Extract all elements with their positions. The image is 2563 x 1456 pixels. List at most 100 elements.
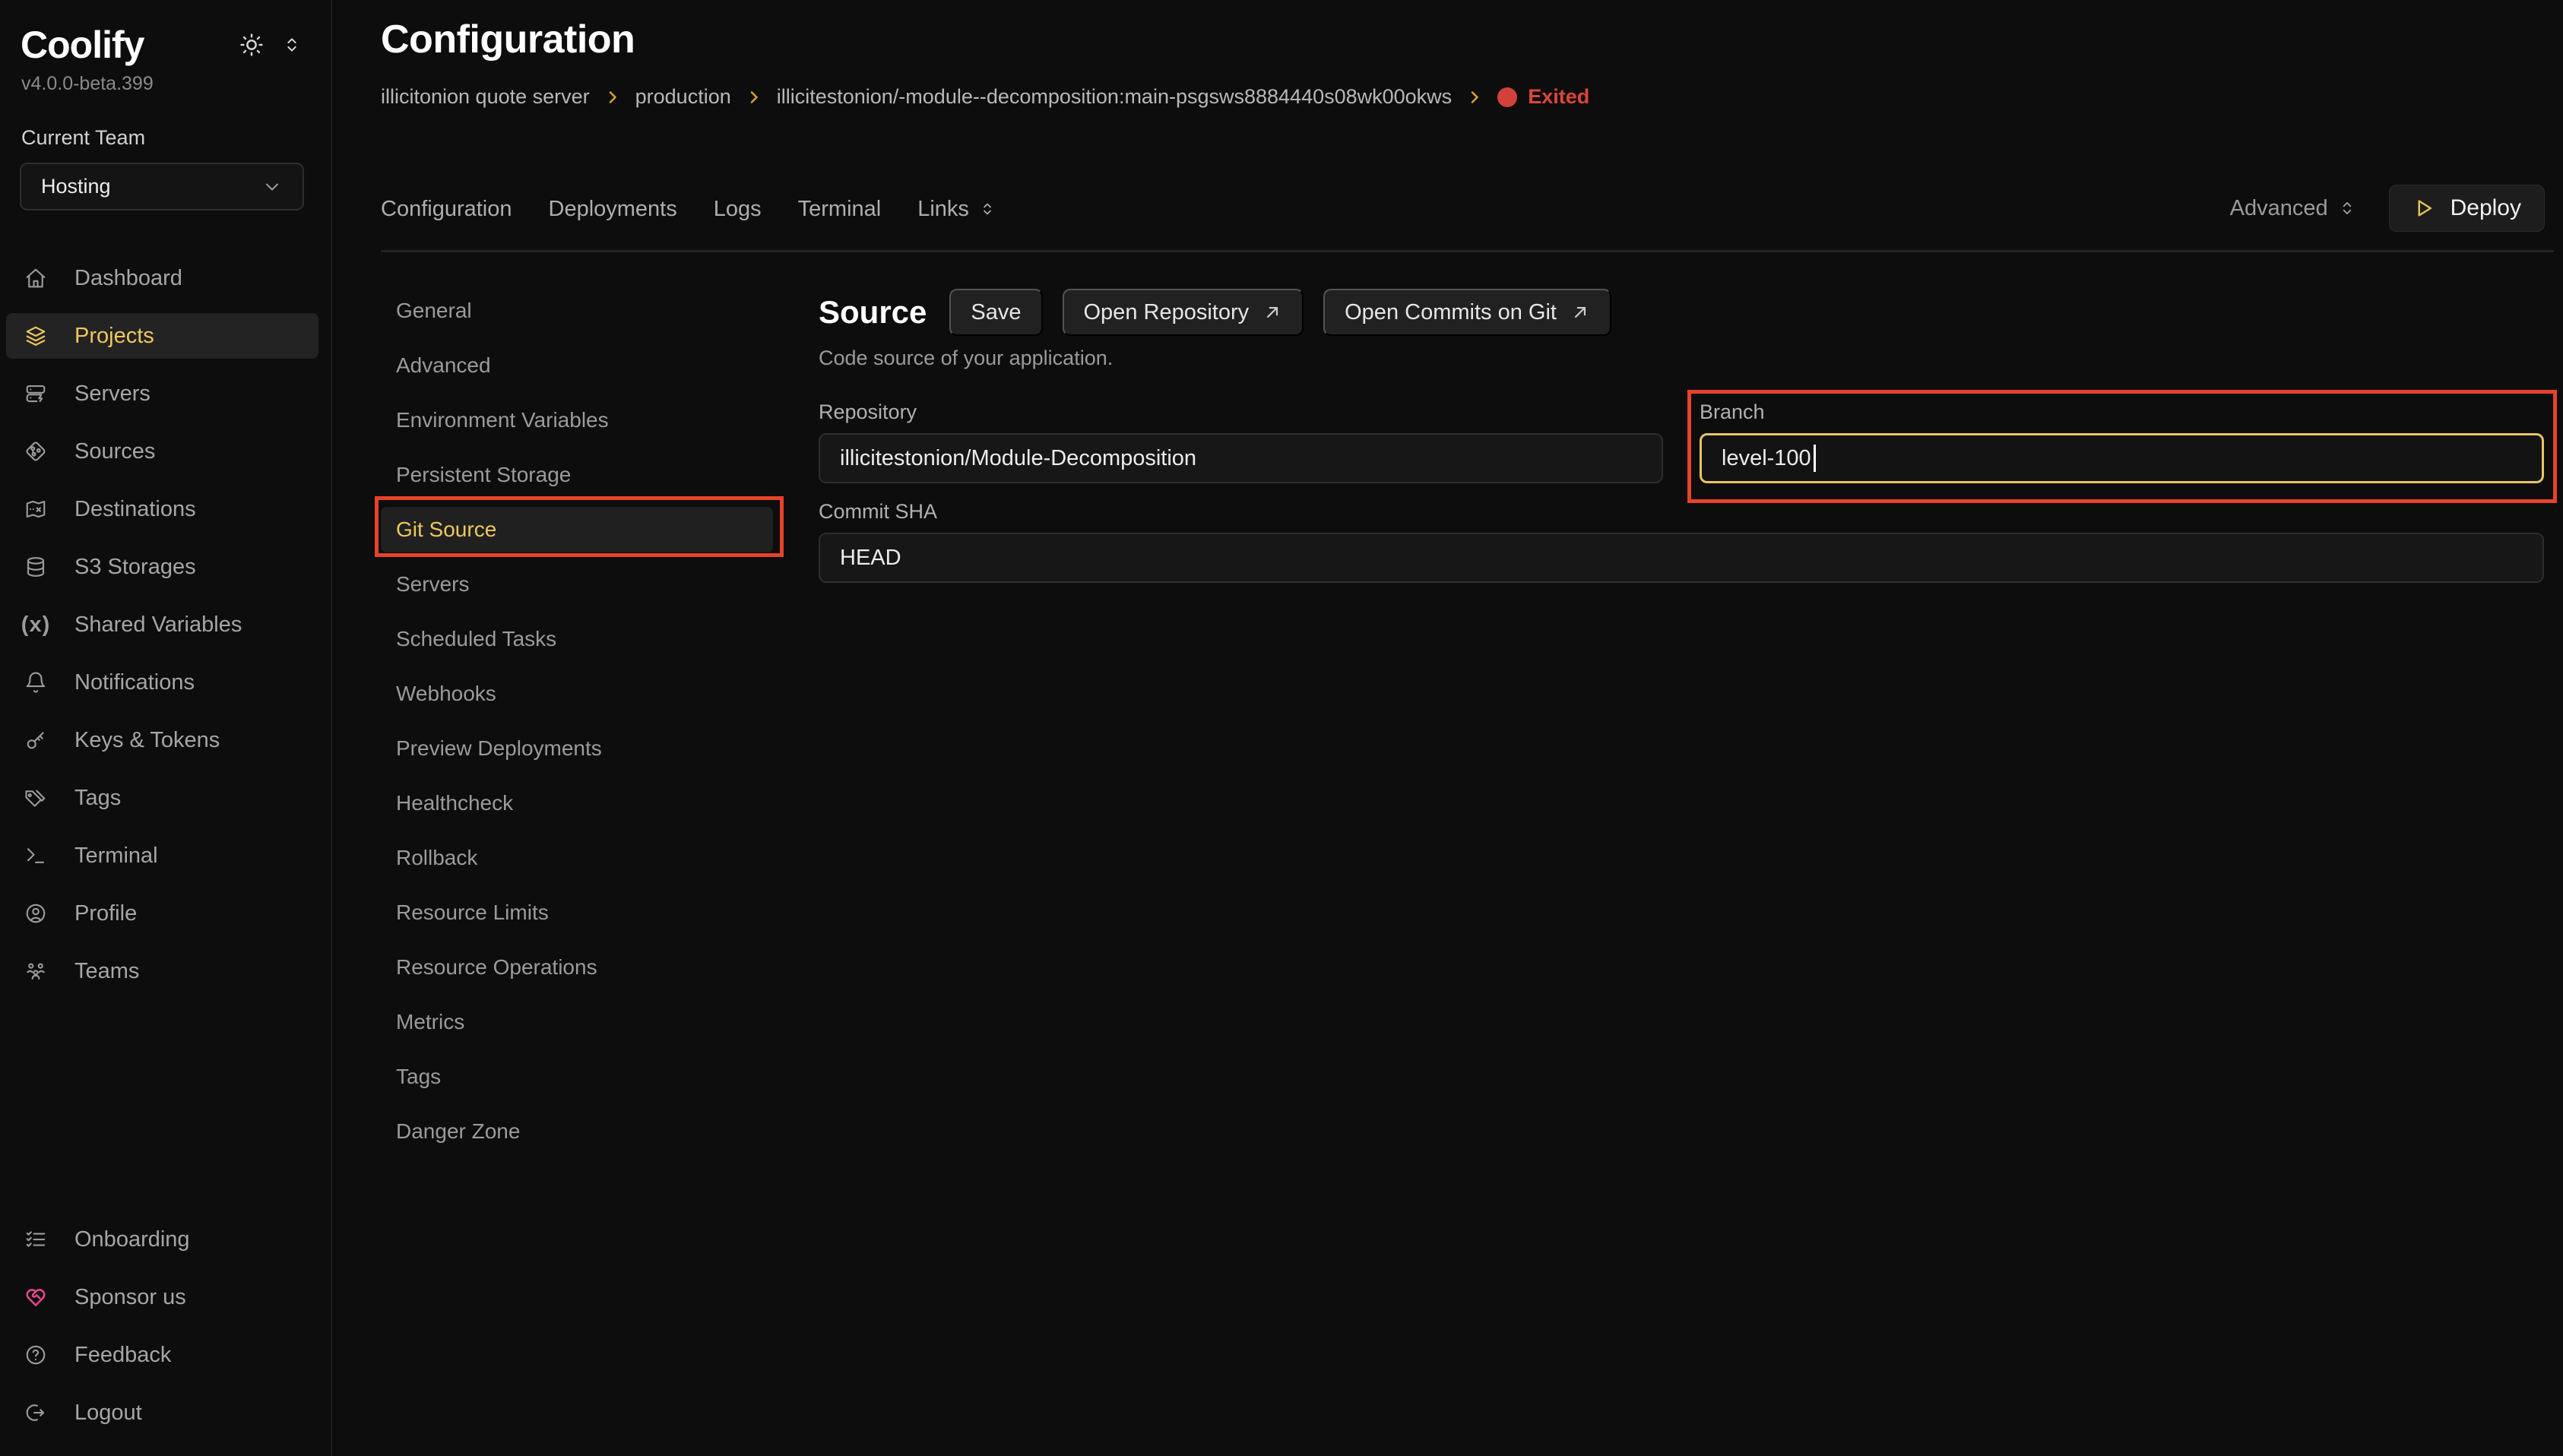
external-link-icon <box>1570 302 1590 322</box>
commit-sha-input[interactable] <box>819 533 2544 583</box>
users-icon <box>23 960 49 983</box>
sidebar-item-teams[interactable]: Teams <box>6 948 318 994</box>
database-icon <box>23 555 49 578</box>
breadcrumb-environment[interactable]: production <box>635 85 731 109</box>
commit-sha-label: Commit SHA <box>819 500 2544 524</box>
open-commits-button[interactable]: Open Commits on Git <box>1323 289 1611 336</box>
subnav-preview-deployments[interactable]: Preview Deployments <box>381 726 773 771</box>
sidebar-item-onboarding[interactable]: Onboarding <box>6 1217 318 1262</box>
sidebar-item-feedback[interactable]: Feedback <box>6 1332 318 1378</box>
sidebar-nav: Dashboard Projects Servers Sources Desti… <box>6 255 318 1006</box>
chevron-right-icon <box>745 88 763 106</box>
branch-value: level-100 <box>1722 446 1811 471</box>
subnav-healthcheck[interactable]: Healthcheck <box>381 780 773 826</box>
tab-terminal[interactable]: Terminal <box>798 197 882 222</box>
tab-logs[interactable]: Logs <box>714 197 762 222</box>
current-team-label: Current Team <box>21 126 145 150</box>
sidebar-item-sources[interactable]: Sources <box>6 429 318 474</box>
sidebar-item-terminal[interactable]: Terminal <box>6 833 318 878</box>
user-circle-icon <box>23 902 49 925</box>
sidebar-item-sponsor-us[interactable]: Sponsor us <box>6 1274 318 1320</box>
heart-handshake-icon <box>23 1286 49 1309</box>
sidebar-item-s3-storages[interactable]: S3 Storages <box>6 544 318 590</box>
open-repository-button[interactable]: Open Repository <box>1063 289 1304 336</box>
subnav-scheduled-tasks[interactable]: Scheduled Tasks <box>381 616 773 662</box>
sidebar-item-dashboard[interactable]: Dashboard <box>6 255 318 301</box>
theme-toggle-sun-icon[interactable] <box>239 32 265 58</box>
variable-icon: (x) <box>23 614 49 636</box>
external-link-icon <box>1262 302 1282 322</box>
sidebar: Coolify v4.0.0-beta.399 Current Team Hos… <box>0 0 332 1456</box>
sidebar-item-profile[interactable]: Profile <box>6 891 318 936</box>
sidebar-item-servers[interactable]: Servers <box>6 371 318 416</box>
app-version: v4.0.0-beta.399 <box>21 73 154 95</box>
sidebar-item-keys-tokens[interactable]: Keys & Tokens <box>6 717 318 763</box>
sidebar-item-tags[interactable]: Tags <box>6 775 318 821</box>
status-label: Exited <box>1528 85 1589 109</box>
subnav-servers[interactable]: Servers <box>381 562 773 607</box>
branch-field-group: Branch level-100 <box>1700 400 2544 483</box>
tab-configuration[interactable]: Configuration <box>381 197 512 222</box>
play-icon <box>2413 197 2435 220</box>
branch-label: Branch <box>1700 400 2544 424</box>
breadcrumb-project[interactable]: illicitonion quote server <box>381 85 590 109</box>
breadcrumb: illicitonion quote server production ill… <box>381 85 1589 109</box>
header-divider <box>381 250 2554 252</box>
main-content: Configuration illicitonion quote server … <box>332 0 2563 1456</box>
subnav-resource-operations[interactable]: Resource Operations <box>381 945 773 990</box>
subnav-environment-variables[interactable]: Environment Variables <box>381 397 773 443</box>
advanced-dropdown[interactable]: Advanced <box>2230 196 2357 221</box>
repository-label: Repository <box>819 400 1663 424</box>
sidebar-item-projects[interactable]: Projects <box>6 313 318 359</box>
page-title: Configuration <box>381 17 635 62</box>
config-subnav: General Advanced Environment Variables P… <box>381 288 773 1163</box>
subnav-webhooks[interactable]: Webhooks <box>381 671 773 717</box>
tab-bar: Configuration Deployments Logs Terminal … <box>381 191 996 226</box>
repository-input[interactable] <box>819 433 1663 483</box>
subnav-advanced[interactable]: Advanced <box>381 343 773 388</box>
breadcrumb-application[interactable]: illicitestonion/-module--decomposition:m… <box>777 85 1452 109</box>
subnav-git-source[interactable]: Git Source <box>381 507 773 552</box>
sidebar-item-destinations[interactable]: Destinations <box>6 486 318 532</box>
status-dot-icon <box>1497 87 1517 107</box>
home-icon <box>23 267 49 290</box>
list-checks-icon <box>23 1228 49 1251</box>
git-source-icon <box>23 440 49 463</box>
tab-links[interactable]: Links <box>917 197 996 222</box>
log-out-icon <box>23 1401 49 1424</box>
branch-input[interactable]: level-100 <box>1700 433 2544 483</box>
sidebar-item-shared-variables[interactable]: (x) Shared Variables <box>6 602 318 647</box>
deploy-button[interactable]: Deploy <box>2389 185 2545 232</box>
sidebar-collapse-chevrons-icon[interactable] <box>281 34 303 55</box>
repository-field-group: Repository <box>819 400 1663 483</box>
subnav-resource-limits[interactable]: Resource Limits <box>381 890 773 935</box>
tab-deployments[interactable]: Deployments <box>549 197 677 222</box>
help-circle-icon <box>23 1344 49 1366</box>
terminal-icon <box>23 844 49 867</box>
bell-icon <box>23 671 49 694</box>
chevron-right-icon <box>604 88 622 106</box>
save-button[interactable]: Save <box>949 289 1042 336</box>
subnav-danger-zone[interactable]: Danger Zone <box>381 1109 773 1154</box>
server-icon <box>23 382 49 405</box>
coolify-app: { "sidebar": { "logo": "Coolify", "versi… <box>0 0 2563 1456</box>
tags-icon <box>23 787 49 809</box>
subnav-general[interactable]: General <box>381 288 773 334</box>
chevrons-up-down-icon <box>2337 198 2357 218</box>
chevron-down-icon <box>261 176 283 198</box>
sidebar-item-notifications[interactable]: Notifications <box>6 660 318 705</box>
team-select-value: Hosting <box>41 175 261 198</box>
subnav-tags[interactable]: Tags <box>381 1054 773 1100</box>
subnav-metrics[interactable]: Metrics <box>381 999 773 1045</box>
source-title: Source <box>819 294 927 331</box>
layers-icon <box>23 324 49 347</box>
commit-sha-field-group: Commit SHA <box>819 500 2544 583</box>
source-section: Source Save Open Repository Open Commits… <box>819 289 2544 583</box>
subnav-persistent-storage[interactable]: Persistent Storage <box>381 452 773 498</box>
sidebar-item-logout[interactable]: Logout <box>6 1390 318 1435</box>
subnav-rollback[interactable]: Rollback <box>381 835 773 881</box>
text-cursor <box>1814 445 1816 472</box>
app-logo[interactable]: Coolify <box>21 23 144 67</box>
map-icon <box>23 498 49 521</box>
team-select[interactable]: Hosting <box>20 163 304 210</box>
